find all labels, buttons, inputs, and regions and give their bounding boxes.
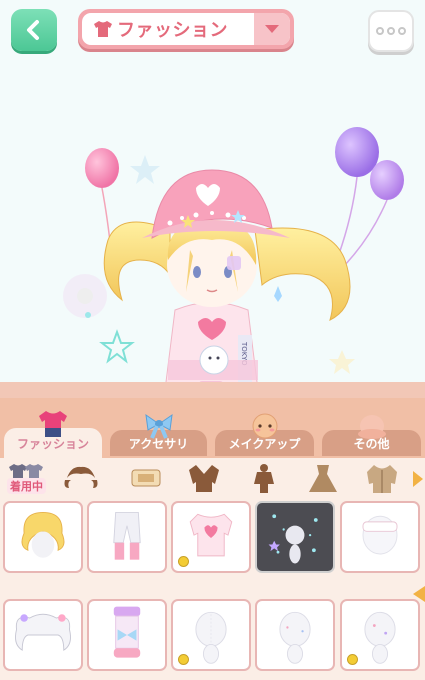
item-card-selected[interactable] <box>255 501 335 573</box>
star-decor <box>130 155 160 184</box>
clothes-icon <box>39 411 67 437</box>
avatar-stage: TOKYO <box>0 60 425 405</box>
item-card[interactable] <box>340 501 420 573</box>
onepiece-icon[interactable] <box>246 462 282 494</box>
tshirt-icon <box>94 21 112 37</box>
blonde-hair-icon <box>21 511 65 558</box>
balloon-purple <box>334 127 379 266</box>
item-card[interactable] <box>87 501 167 573</box>
hint-bulb-icon <box>178 556 189 567</box>
item-card[interactable] <box>340 599 420 671</box>
tab-fashion[interactable]: ファッション <box>4 411 102 458</box>
hat-icon[interactable] <box>128 462 164 494</box>
category-next-arrow[interactable] <box>413 471 423 487</box>
hair-right-tail <box>254 227 351 321</box>
item-card[interactable] <box>87 599 167 671</box>
more-dots-icon <box>376 27 384 35</box>
chevron-left-icon <box>27 20 39 40</box>
tab-makeup[interactable]: メイクアップ <box>215 413 314 456</box>
tab-accessory[interactable]: アクセサリ <box>110 413 207 456</box>
tab-bar: ファッション アクセサリ メイクアップ その他 <box>0 398 425 458</box>
sparkle-background-icon <box>268 514 318 564</box>
jacket-icon[interactable] <box>186 462 222 494</box>
white-glasses-icon <box>362 515 398 555</box>
item-card[interactable] <box>171 599 251 671</box>
page-title: ファッション <box>117 20 228 41</box>
star-decor <box>329 350 355 374</box>
top-bar: ファッション <box>0 0 425 60</box>
item-card[interactable] <box>3 599 83 671</box>
hair-icon[interactable] <box>63 462 99 494</box>
avatar-scene: TOKYO <box>63 127 404 397</box>
teddy-bear <box>199 345 229 375</box>
page-next-arrow[interactable] <box>413 586 425 602</box>
item-card[interactable] <box>255 599 335 671</box>
white-body-icon <box>279 611 311 664</box>
hint-bulb-icon <box>178 654 189 665</box>
face-icon <box>252 413 277 439</box>
category-strip: 着用中 <box>0 458 425 498</box>
back-button[interactable] <box>11 9 57 51</box>
wearing-filter[interactable]: 着用中 <box>6 461 50 495</box>
hint-bulb-icon <box>347 654 358 665</box>
white-pants-icon <box>113 511 141 560</box>
other-icon <box>357 415 386 439</box>
tab-other[interactable]: その他 <box>322 415 421 456</box>
dress-icon[interactable] <box>305 462 341 494</box>
pastel-boots-icon <box>113 606 141 658</box>
chevron-down-icon <box>265 25 279 33</box>
item-card[interactable] <box>171 501 251 573</box>
item-grid <box>0 498 425 680</box>
category-dropdown[interactable]: ファッション <box>78 9 294 49</box>
item-card[interactable] <box>3 501 83 573</box>
white-twin-hair-icon <box>15 613 71 651</box>
coat-icon[interactable] <box>364 462 400 494</box>
more-button[interactable] <box>368 10 414 52</box>
ribbon-icon <box>144 413 173 439</box>
star-decor <box>99 329 135 364</box>
